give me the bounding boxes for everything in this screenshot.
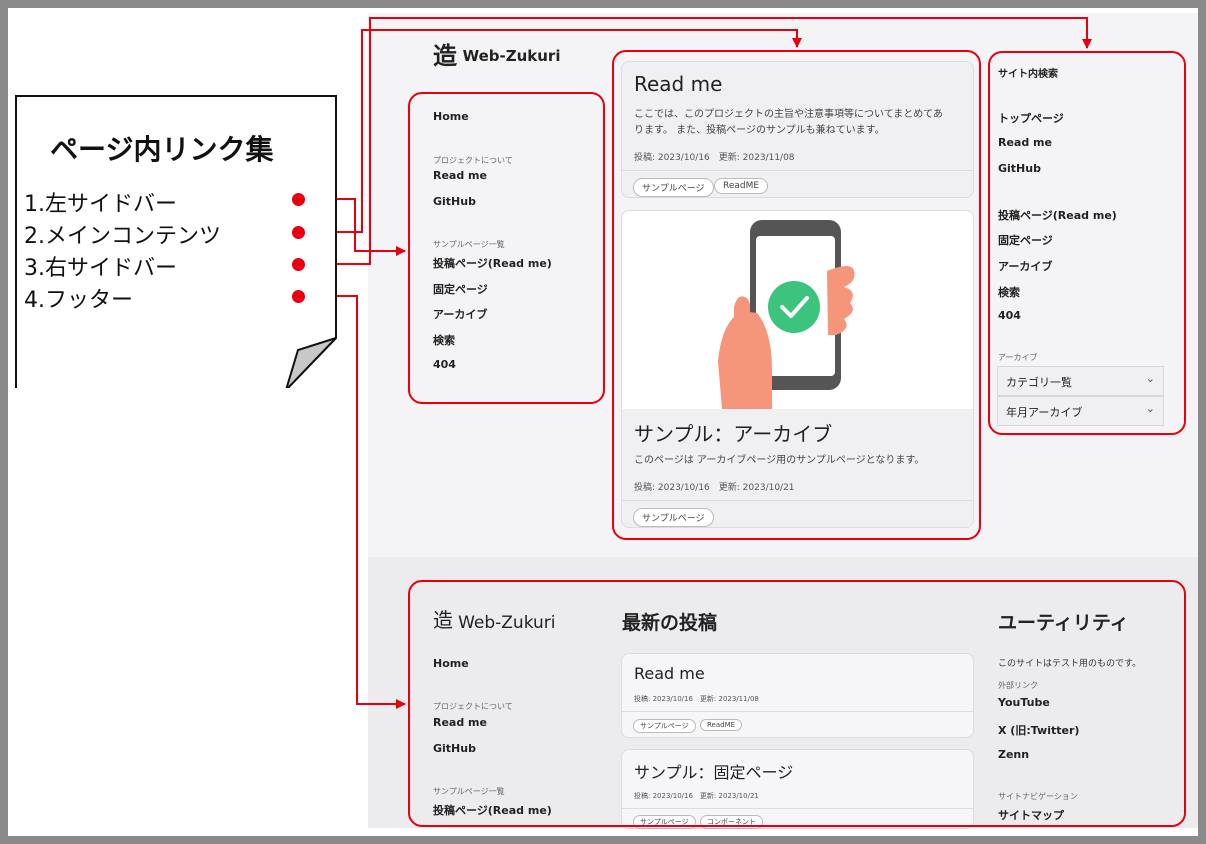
link-dot-1 bbox=[292, 193, 305, 206]
note-item-right-sidebar[interactable]: 3.右サイドバー bbox=[24, 250, 177, 282]
note-item-left-sidebar[interactable]: 1.左サイドバー bbox=[24, 186, 177, 218]
link-dot-4 bbox=[292, 290, 305, 303]
note-title: ページ内リンク集 bbox=[50, 133, 274, 166]
link-dot-3 bbox=[292, 258, 305, 271]
note-item-footer[interactable]: 4.フッター bbox=[24, 282, 133, 314]
note-item-main-content[interactable]: 2.メインコンテンツ bbox=[24, 218, 221, 250]
link-dot-2 bbox=[292, 226, 305, 239]
link-list-note: ページ内リンク集 1.左サイドバー 2.メインコンテンツ 3.右サイドバー 4.… bbox=[6, 88, 337, 388]
